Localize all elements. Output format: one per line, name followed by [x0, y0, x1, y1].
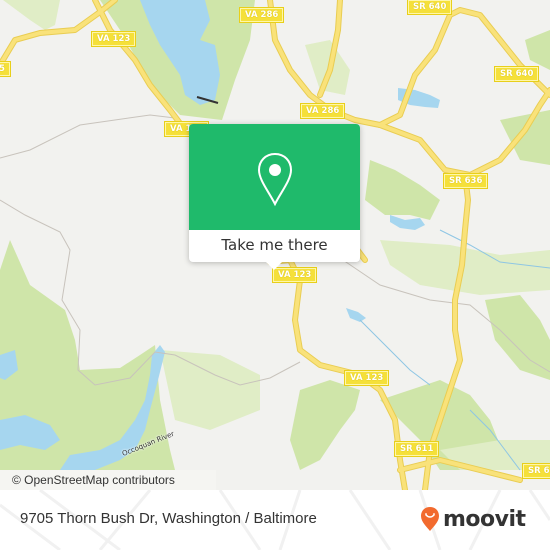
- road-shield-sr636: SR 636: [442, 173, 489, 189]
- road-shield-sr640: SR 640: [493, 66, 540, 82]
- map-pin-icon: [257, 152, 293, 207]
- park-area: [525, 30, 550, 70]
- road-shield-va286: VA 286: [299, 103, 346, 119]
- road-shield-edge: 5: [0, 61, 11, 77]
- footer: 9705 Thorn Bush Dr, Washington / Baltimo…: [0, 490, 550, 550]
- take-me-there-button[interactable]: Take me there: [189, 230, 360, 262]
- road-shield-va123: VA 123: [343, 370, 390, 386]
- park-area: [365, 160, 440, 220]
- destination-popup[interactable]: Take me there: [189, 124, 360, 270]
- map-attribution[interactable]: © OpenStreetMap contributors: [0, 470, 216, 490]
- moovit-logo[interactable]: moovit: [420, 504, 526, 534]
- popup-pointer: [265, 261, 283, 270]
- park-area: [160, 350, 260, 430]
- road-shield-va123: VA 123: [90, 31, 137, 47]
- map[interactable]: VA 123 VA 123 VA 123 VA 123 VA 286 VA 28…: [0, 0, 550, 490]
- lake: [346, 308, 366, 322]
- park-area: [3, 0, 60, 30]
- moovit-smile-pin-icon: [421, 507, 439, 531]
- road-shield-va286: VA 286: [238, 7, 285, 23]
- road-shield-sr6: SR 6: [522, 463, 550, 479]
- road-shield-va123: VA 123: [271, 267, 318, 283]
- road-shield-sr640: SR 640: [406, 0, 453, 15]
- popup-header: [189, 124, 360, 230]
- park-area: [485, 295, 550, 380]
- road-shield-sr611: SR 611: [393, 441, 440, 457]
- address-text: 9705 Thorn Bush Dr, Washington / Baltimo…: [20, 510, 317, 527]
- brand-name: moovit: [443, 506, 526, 532]
- park-area: [290, 380, 360, 470]
- park-area: [500, 110, 550, 165]
- minor-road: [0, 114, 176, 159]
